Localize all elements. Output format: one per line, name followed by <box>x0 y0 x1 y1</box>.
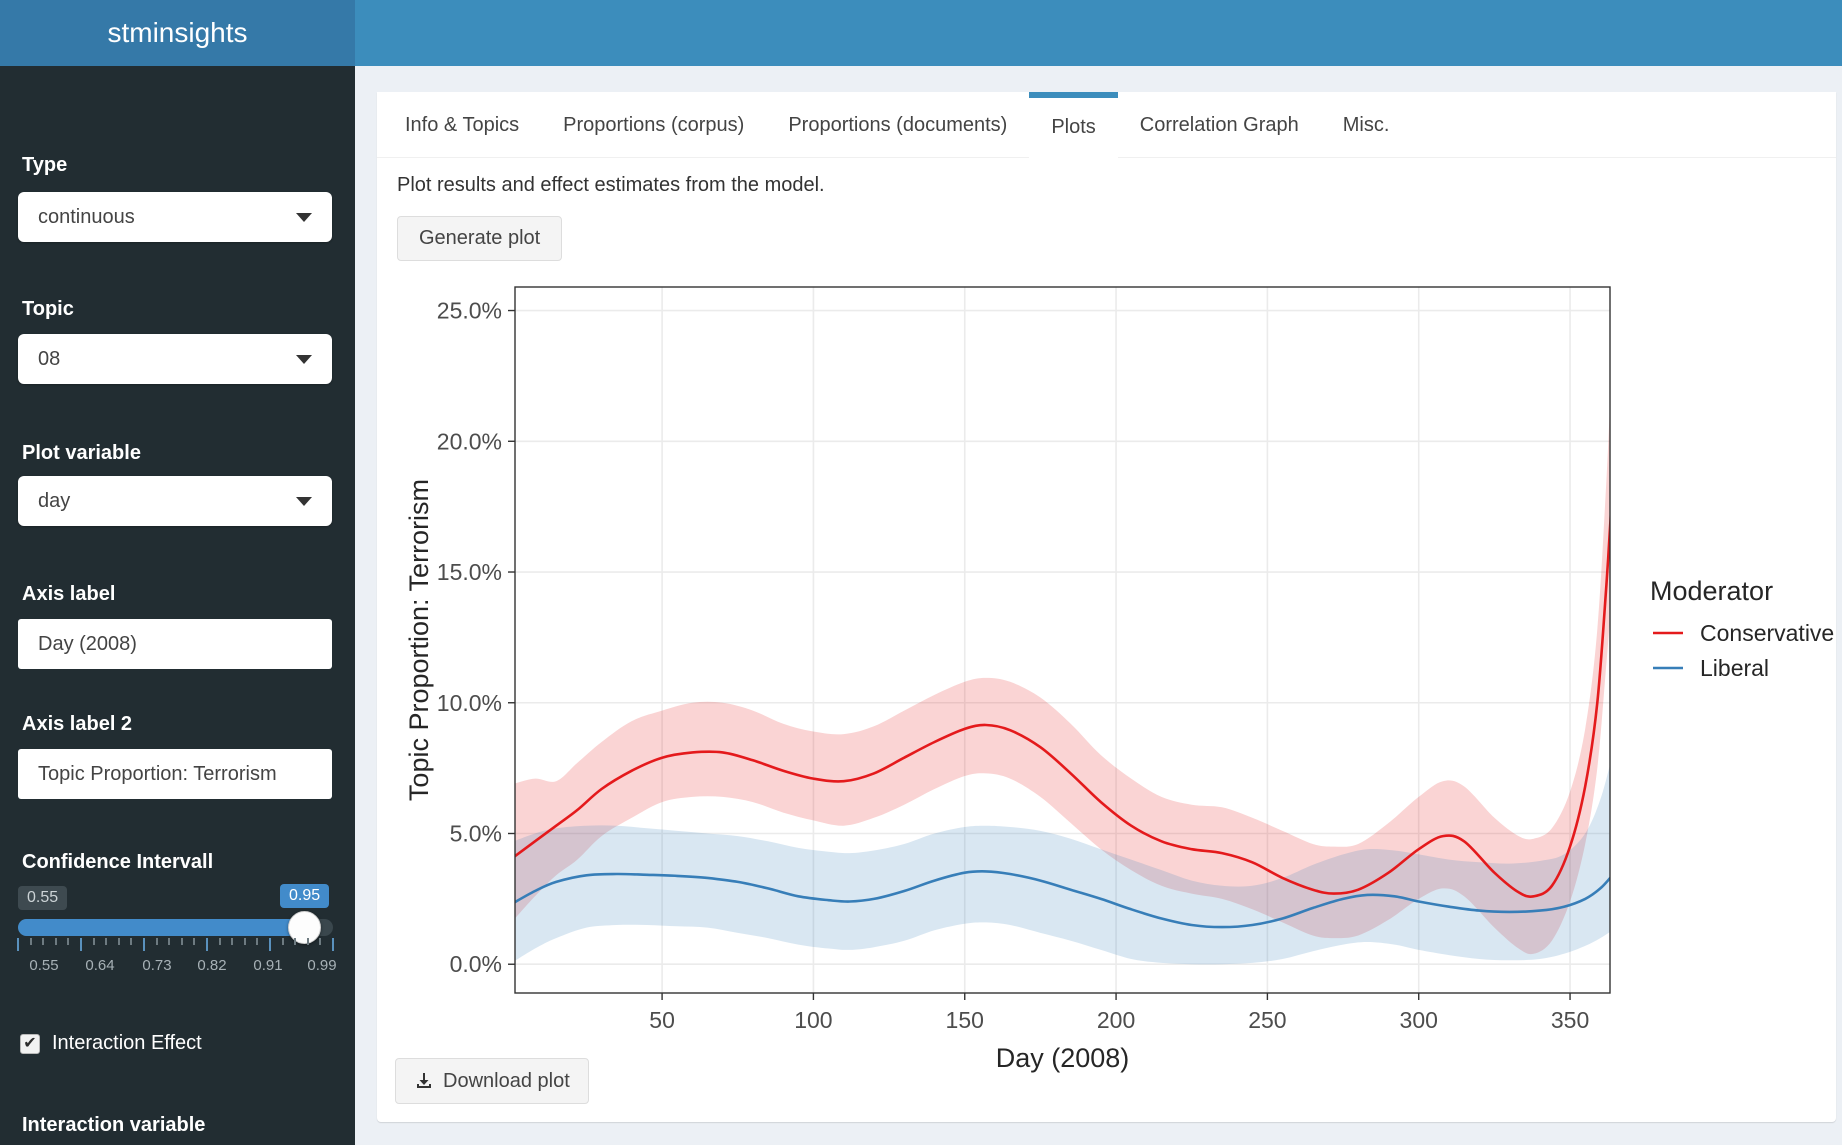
confidence-interval-label: Confidence Intervall <box>22 851 213 874</box>
plots-description: Plot results and effect estimates from t… <box>397 174 825 197</box>
slider-tick-label: 0.82 <box>197 957 226 974</box>
download-icon <box>414 1071 434 1091</box>
app-title: stminsights <box>107 17 247 49</box>
tab-info-topics[interactable]: Info & Topics <box>383 92 541 158</box>
slider-tick-grid <box>18 938 333 952</box>
topic-label: Topic <box>22 298 74 321</box>
slider-tick-labels: 0.55 0.64 0.73 0.82 0.91 0.99 <box>18 957 333 977</box>
slider-tick-label: 0.55 <box>29 957 58 974</box>
slider-tick-label: 0.64 <box>85 957 114 974</box>
plot-variable-label: Plot variable <box>22 442 141 465</box>
topic-select[interactable]: 08 <box>18 334 332 384</box>
topic-select-value: 08 <box>38 348 60 371</box>
interaction-variable-label: Interaction variable <box>22 1114 205 1137</box>
download-plot-label: Download plot <box>443 1070 570 1093</box>
chevron-down-icon <box>296 497 312 506</box>
type-select-value: continuous <box>38 206 135 229</box>
sidebar: Type continuous Topic 08 Plot variable d… <box>0 66 355 1145</box>
tab-proportions-documents[interactable]: Proportions (documents) <box>766 92 1029 158</box>
tab-proportions-corpus[interactable]: Proportions (corpus) <box>541 92 766 158</box>
type-label: Type <box>22 154 67 177</box>
slider-tick-label: 0.99 <box>307 957 336 974</box>
slider-tick-label: 0.73 <box>142 957 171 974</box>
plot-variable-select[interactable]: day <box>18 476 332 526</box>
axis-label2-input[interactable] <box>18 749 332 799</box>
type-select[interactable]: continuous <box>18 192 332 242</box>
top-navbar <box>355 0 1842 66</box>
confidence-slider-bar <box>18 919 304 936</box>
axis-label2-label: Axis label 2 <box>22 713 132 736</box>
chevron-down-icon <box>296 213 312 222</box>
main-tab-panel: Info & Topics Proportions (corpus) Propo… <box>377 92 1836 1122</box>
axis-label-input[interactable] <box>18 619 332 669</box>
slider-min-badge: 0.55 <box>18 886 67 910</box>
header: stminsights <box>0 0 1842 66</box>
slider-value-badge: 0.95 <box>280 884 329 908</box>
sidebar-toggle-button[interactable] <box>366 12 412 54</box>
tab-plots[interactable]: Plots <box>1029 92 1117 158</box>
app-logo: stminsights <box>0 0 355 66</box>
tab-bar: Info & Topics Proportions (corpus) Propo… <box>377 92 1836 158</box>
checkbox-checked-icon[interactable]: ✔ <box>20 1034 40 1054</box>
tab-correlation-graph[interactable]: Correlation Graph <box>1118 92 1321 158</box>
slider-tick-label: 0.91 <box>253 957 282 974</box>
confidence-slider-track[interactable] <box>18 919 333 936</box>
generate-plot-button[interactable]: Generate plot <box>397 216 562 261</box>
interaction-effect-checkbox-row[interactable]: ✔ Interaction Effect <box>20 1032 202 1055</box>
generate-plot-label: Generate plot <box>419 227 540 250</box>
axis-label-label: Axis label <box>22 583 115 606</box>
plot-variable-select-value: day <box>38 490 70 513</box>
chevron-down-icon <box>296 355 312 364</box>
interaction-effect-label: Interaction Effect <box>52 1032 202 1055</box>
download-plot-button[interactable]: Download plot <box>395 1058 589 1104</box>
tab-misc[interactable]: Misc. <box>1321 92 1412 158</box>
